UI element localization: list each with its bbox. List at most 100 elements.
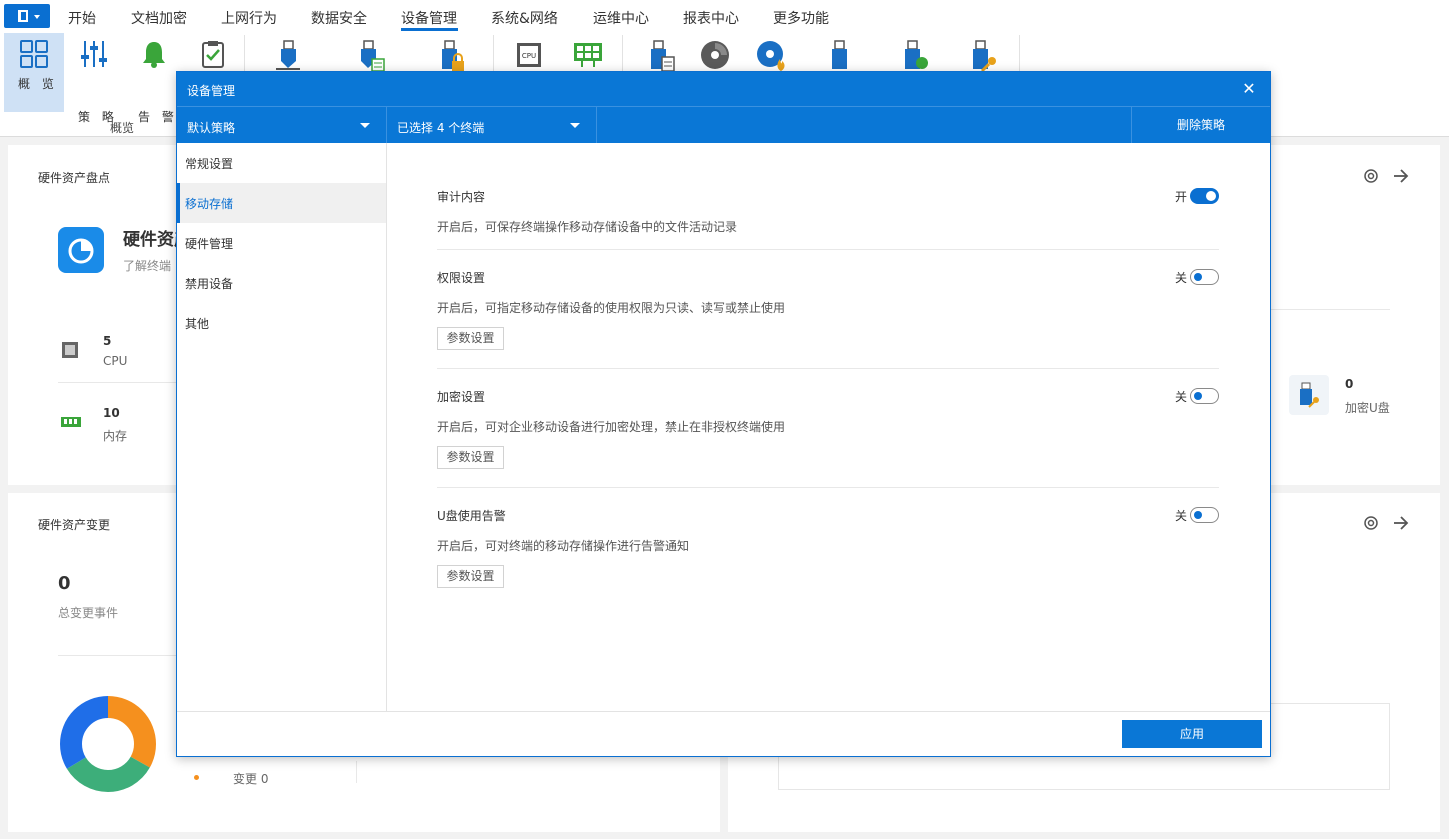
menu-data-security[interactable]: 数据安全 <box>311 8 367 28</box>
cpu-count: 5 <box>103 334 112 348</box>
usb-certified-icon[interactable] <box>900 39 932 73</box>
sidebar-item-hardware[interactable]: 硬件管理 <box>177 223 386 263</box>
encryption-param-button[interactable]: 参数设置 <box>437 446 504 469</box>
app-menu-button[interactable] <box>4 4 50 28</box>
encryption-toggle[interactable] <box>1190 388 1219 404</box>
total-change-label: 总变更事件 <box>58 606 119 620</box>
divider <box>58 382 188 383</box>
dialog-content: 审计内容 开 开启后，可保存终端操作移动存储设备中的文件活动记录 权限设置 关 … <box>388 143 1270 711</box>
menu-ops-center[interactable]: 运维中心 <box>593 8 649 28</box>
gear-icon[interactable] <box>1362 167 1380 185</box>
permission-param-button[interactable]: 参数设置 <box>437 327 504 350</box>
menu-bar: 开始 文档加密 上网行为 数据安全 设备管理 系统&网络 运维中心 报表中心 更… <box>0 0 1449 33</box>
sidebar-item-other[interactable]: 其他 <box>177 303 386 343</box>
hw-inventory-subtitle: 了解终端 <box>123 259 172 273</box>
sidebar-item-disabled-devices[interactable]: 禁用设备 <box>177 263 386 303</box>
usb-alarm-param-button[interactable]: 参数设置 <box>437 565 504 588</box>
menu-device-management[interactable]: 设备管理 <box>401 8 457 28</box>
menu-start[interactable]: 开始 <box>68 8 96 28</box>
usb-lock-icon[interactable] <box>437 39 469 73</box>
sidebar-item-label: 禁用设备 <box>185 277 234 291</box>
menu-more-features[interactable]: 更多功能 <box>773 8 829 28</box>
usb-list-icon[interactable] <box>352 39 386 73</box>
dialog-footer: 应用 <box>177 711 1270 756</box>
legend-change: 变更 0 <box>233 772 269 786</box>
memory-label: 内存 <box>103 429 128 443</box>
memory-icon <box>61 417 81 427</box>
sidebar-item-removable-storage[interactable]: 移动存储 <box>177 183 386 223</box>
hw-inventory-title: 硬件资产盘点 <box>38 171 111 185</box>
toggle-knob <box>1194 392 1202 400</box>
memory-board-icon[interactable] <box>572 39 604 71</box>
ribbon-group-label: 概览 <box>110 121 135 135</box>
section-divider <box>437 487 1219 488</box>
dialog-title: 设备管理 <box>187 84 236 98</box>
menu-report-center[interactable]: 报表中心 <box>683 8 739 28</box>
audit-toggle-state: 开 <box>1175 190 1188 204</box>
policy-select-value: 默认策略 <box>187 121 236 135</box>
caret-down-icon <box>34 15 40 19</box>
sidebar-item-label: 其他 <box>185 317 210 331</box>
dialog-titlebar: 设备管理 ✕ <box>177 72 1270 106</box>
close-icon[interactable]: ✕ <box>1240 80 1258 98</box>
sidebar-item-general[interactable]: 常规设置 <box>177 143 386 183</box>
policy-sliders-icon <box>81 41 107 67</box>
dialog-toolbar: 默认策略 已选择 4 个终端 删除策略 <box>177 106 1270 144</box>
arrow-right-icon[interactable] <box>1392 167 1410 185</box>
usb-alarm-section-desc: 开启后，可对终端的移动存储操作进行告警通知 <box>437 539 690 553</box>
divider <box>356 761 357 783</box>
clipboard-check-icon[interactable] <box>198 39 228 69</box>
encryption-toggle-state: 关 <box>1175 390 1188 404</box>
disc-burn-icon[interactable] <box>755 39 789 73</box>
delete-policy-button[interactable]: 删除策略 <box>1131 107 1270 144</box>
ribbon-overview-label: 概 览 <box>18 77 58 91</box>
usb-storage-icon[interactable] <box>272 39 304 71</box>
apply-button[interactable]: 应用 <box>1122 720 1262 748</box>
toggle-knob <box>1194 273 1202 281</box>
total-change-count: 0 <box>58 573 71 594</box>
sidebar-item-label: 常规设置 <box>185 157 234 171</box>
sidebar-item-label: 硬件管理 <box>185 237 234 251</box>
change-donut-chart <box>60 696 156 792</box>
usb-document-icon[interactable] <box>646 39 678 73</box>
permission-section-title: 权限设置 <box>437 271 486 285</box>
encrypted-usb-count: 0 <box>1345 377 1354 391</box>
toggle-knob <box>1194 511 1202 519</box>
permission-section-desc: 开启后，可指定移动存储设备的使用权限为只读、读写或禁止使用 <box>437 301 786 315</box>
usb-alarm-toggle[interactable] <box>1190 507 1219 523</box>
section-divider <box>437 249 1219 250</box>
usb-drive-icon[interactable] <box>825 39 855 71</box>
memory-count: 10 <box>103 406 120 420</box>
disc-icon[interactable] <box>699 39 731 71</box>
audit-toggle[interactable] <box>1190 188 1219 204</box>
menu-web-behavior[interactable]: 上网行为 <box>221 8 277 28</box>
section-divider <box>437 368 1219 369</box>
cpu-icon <box>62 342 78 358</box>
menu-icon <box>18 10 28 22</box>
menu-doc-encryption[interactable]: 文档加密 <box>131 8 187 28</box>
arrow-right-icon[interactable] <box>1392 514 1410 532</box>
encryption-section-desc: 开启后，可对企业移动设备进行加密处理，禁止在非授权终端使用 <box>437 420 786 434</box>
terminal-select[interactable]: 已选择 4 个终端 <box>387 107 597 144</box>
legend-dot <box>194 775 199 780</box>
sidebar-item-label: 移动存储 <box>185 197 234 211</box>
caret-down-icon <box>360 123 370 128</box>
usb-key-icon[interactable] <box>968 39 1000 73</box>
gear-icon[interactable] <box>1362 514 1380 532</box>
divider <box>1268 309 1390 310</box>
usb-alarm-section-title: U盘使用告警 <box>437 509 506 523</box>
toggle-knob <box>1206 191 1216 201</box>
encrypted-usb-icon <box>1289 375 1329 415</box>
bell-icon <box>143 42 165 68</box>
menu-system-network[interactable]: 系统&网络 <box>491 8 558 28</box>
encrypted-usb-label: 加密U盘 <box>1345 401 1390 415</box>
permission-toggle[interactable] <box>1190 269 1219 285</box>
cpu-icon[interactable]: CPU <box>513 39 545 71</box>
divider <box>58 655 178 656</box>
ribbon-alarm-label: 告 警 <box>138 110 178 124</box>
device-management-dialog: 设备管理 ✕ 默认策略 已选择 4 个终端 删除策略 常规设置 移动存储 硬件管… <box>176 71 1271 757</box>
audit-section-desc: 开启后，可保存终端操作移动存储设备中的文件活动记录 <box>437 220 738 234</box>
policy-select[interactable]: 默认策略 <box>177 107 387 144</box>
ribbon-overview-button[interactable]: 概 览 <box>4 33 64 112</box>
overview-grid-icon <box>20 40 48 68</box>
